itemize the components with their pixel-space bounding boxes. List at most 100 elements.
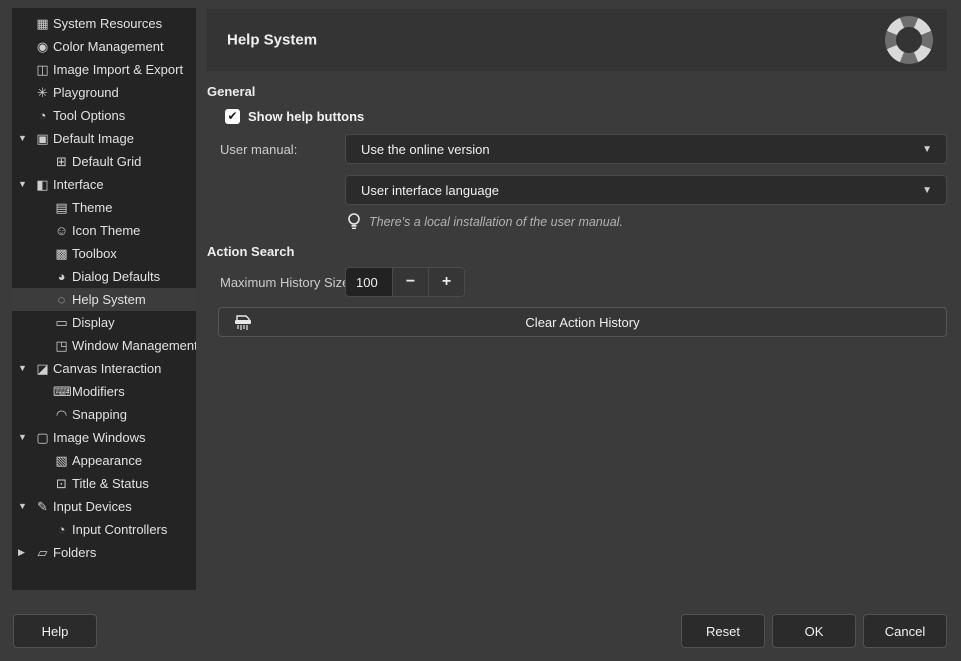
toolbox-icon: ▩ <box>53 242 70 265</box>
icon-theme-icon: ☺ <box>53 219 70 242</box>
color-management-icon: ◉ <box>34 35 51 58</box>
checkmark-icon: ✔ <box>227 109 237 123</box>
sidebar-item-label: Dialog Defaults <box>72 269 160 284</box>
sidebar-item-icon-theme[interactable]: ☺ Icon Theme <box>12 219 196 242</box>
minus-icon: − <box>406 273 415 291</box>
sidebar-item-label: Folders <box>53 545 96 560</box>
sidebar-item-label: Image Windows <box>53 430 145 445</box>
ok-button-label: OK <box>805 624 824 639</box>
cancel-button[interactable]: Cancel <box>863 614 947 648</box>
sidebar-item-label: System Resources <box>53 16 162 31</box>
page-header: Help System <box>207 9 947 71</box>
sidebar-item-help-system[interactable]: ◌ Help System <box>12 288 196 311</box>
sidebar-item-label: Help System <box>72 292 146 307</box>
dialog-defaults-icon: ◕ <box>53 265 70 288</box>
reset-button-label: Reset <box>706 624 740 639</box>
help-button[interactable]: Help <box>13 614 97 648</box>
ok-button[interactable]: OK <box>772 614 856 648</box>
sidebar-item-interface[interactable]: ▼ ◧ Interface <box>12 173 196 196</box>
sidebar-item-label: Icon Theme <box>72 223 140 238</box>
increment-button[interactable]: + <box>428 268 464 296</box>
show-help-buttons-checkbox[interactable]: ✔ <box>225 109 240 124</box>
expander-down-icon[interactable]: ▼ <box>18 173 34 196</box>
chevron-down-icon: ▼ <box>922 185 932 196</box>
sidebar-item-label: Image Import & Export <box>53 62 183 77</box>
folders-icon: ▱ <box>34 541 51 564</box>
clear-action-history-button[interactable]: Clear Action History <box>218 307 947 337</box>
sidebar-item-label: Default Grid <box>72 154 141 169</box>
sidebar-item-default-grid[interactable]: ⊞ Default Grid <box>12 150 196 173</box>
lifebuoy-icon <box>885 16 933 64</box>
input-controllers-icon: ◔ <box>53 518 70 541</box>
sidebar-item-label: Window Management <box>72 338 196 353</box>
show-help-buttons-checkbox-row[interactable]: ✔ Show help buttons <box>225 108 364 125</box>
chevron-down-icon: ▼ <box>922 144 932 155</box>
lightbulb-icon <box>347 212 361 232</box>
sidebar-item-label: Theme <box>72 200 112 215</box>
sidebar-item-label: Canvas Interaction <box>53 361 161 376</box>
shredder-icon <box>233 314 253 332</box>
sidebar-item-display[interactable]: ▭ Display <box>12 311 196 334</box>
title-status-icon: ⊡ <box>53 472 70 495</box>
display-icon: ▭ <box>53 311 70 334</box>
input-devices-icon: ✎ <box>34 495 51 518</box>
general-section-label: General <box>207 84 255 99</box>
image-windows-icon: ▢ <box>34 426 51 449</box>
tool-options-icon: ◔ <box>34 104 51 127</box>
window-management-icon: ◳ <box>53 334 70 357</box>
sidebar-item-dialog-defaults[interactable]: ◕ Dialog Defaults <box>12 265 196 288</box>
user-manual-label: User manual: <box>220 142 297 157</box>
manual-info-text: There's a local installation of the user… <box>369 215 623 229</box>
sidebar-item-label: Appearance <box>72 453 142 468</box>
sidebar-item-label: Display <box>72 315 115 330</box>
manual-language-dropdown[interactable]: User interface language ▼ <box>345 175 947 205</box>
appearance-icon: ▧ <box>53 449 70 472</box>
default-image-icon: ▣ <box>34 127 51 150</box>
sidebar-item-snapping[interactable]: ◠ Snapping <box>12 403 196 426</box>
help-button-label: Help <box>42 624 69 639</box>
sidebar-item-input-devices[interactable]: ▼ ✎ Input Devices <box>12 495 196 518</box>
show-help-buttons-label: Show help buttons <box>248 109 364 124</box>
plus-icon: + <box>442 273 451 291</box>
sidebar-item-system-resources[interactable]: ▦ System Resources <box>12 12 196 35</box>
expander-down-icon[interactable]: ▼ <box>18 127 34 150</box>
interface-icon: ◧ <box>34 173 51 196</box>
manual-info-row: There's a local installation of the user… <box>347 212 623 232</box>
sidebar-item-input-controllers[interactable]: ◔ Input Controllers <box>12 518 196 541</box>
sidebar-item-appearance[interactable]: ▧ Appearance <box>12 449 196 472</box>
expander-down-icon[interactable]: ▼ <box>18 495 34 518</box>
expander-right-icon[interactable]: ▶ <box>18 541 34 564</box>
sidebar-item-folders[interactable]: ▶ ▱ Folders <box>12 541 196 564</box>
sidebar-item-label: Title & Status <box>72 476 149 491</box>
sidebar-item-modifiers[interactable]: ⌨ Modifiers <box>12 380 196 403</box>
expander-down-icon[interactable]: ▼ <box>18 426 34 449</box>
sidebar-item-theme[interactable]: ▤ Theme <box>12 196 196 219</box>
preferences-dialog: ▦ System Resources ◉ Color Management ◫ … <box>0 0 961 661</box>
modifiers-icon: ⌨ <box>53 380 70 403</box>
expander-down-icon[interactable]: ▼ <box>18 357 34 380</box>
decrement-button[interactable]: − <box>392 268 428 296</box>
sidebar-item-label: Playground <box>53 85 119 100</box>
sidebar-item-default-image[interactable]: ▼ ▣ Default Image <box>12 127 196 150</box>
sidebar-item-image-import-export[interactable]: ◫ Image Import & Export <box>12 58 196 81</box>
max-history-size-input[interactable]: 100 <box>346 268 392 296</box>
sidebar-item-canvas-interaction[interactable]: ▼ ◪ Canvas Interaction <box>12 357 196 380</box>
sidebar-item-label: Input Devices <box>53 499 132 514</box>
user-manual-dropdown-value: Use the online version <box>361 142 490 157</box>
theme-icon: ▤ <box>53 196 70 219</box>
playground-icon: ✳ <box>34 81 51 104</box>
sidebar-item-window-management[interactable]: ◳ Window Management <box>12 334 196 357</box>
sidebar-item-tool-options[interactable]: ◔ Tool Options <box>12 104 196 127</box>
max-history-size-label: Maximum History Size: <box>220 275 353 290</box>
sidebar-item-playground[interactable]: ✳ Playground <box>12 81 196 104</box>
sidebar-item-color-management[interactable]: ◉ Color Management <box>12 35 196 58</box>
sidebar-item-label: Input Controllers <box>72 522 167 537</box>
sidebar-item-image-windows[interactable]: ▼ ▢ Image Windows <box>12 426 196 449</box>
action-search-section-label: Action Search <box>207 244 294 259</box>
sidebar-item-title-status[interactable]: ⊡ Title & Status <box>12 472 196 495</box>
max-history-size-stepper: 100 − + <box>345 267 465 297</box>
snapping-icon: ◠ <box>53 403 70 426</box>
reset-button[interactable]: Reset <box>681 614 765 648</box>
user-manual-dropdown[interactable]: Use the online version ▼ <box>345 134 947 164</box>
sidebar-item-toolbox[interactable]: ▩ Toolbox <box>12 242 196 265</box>
